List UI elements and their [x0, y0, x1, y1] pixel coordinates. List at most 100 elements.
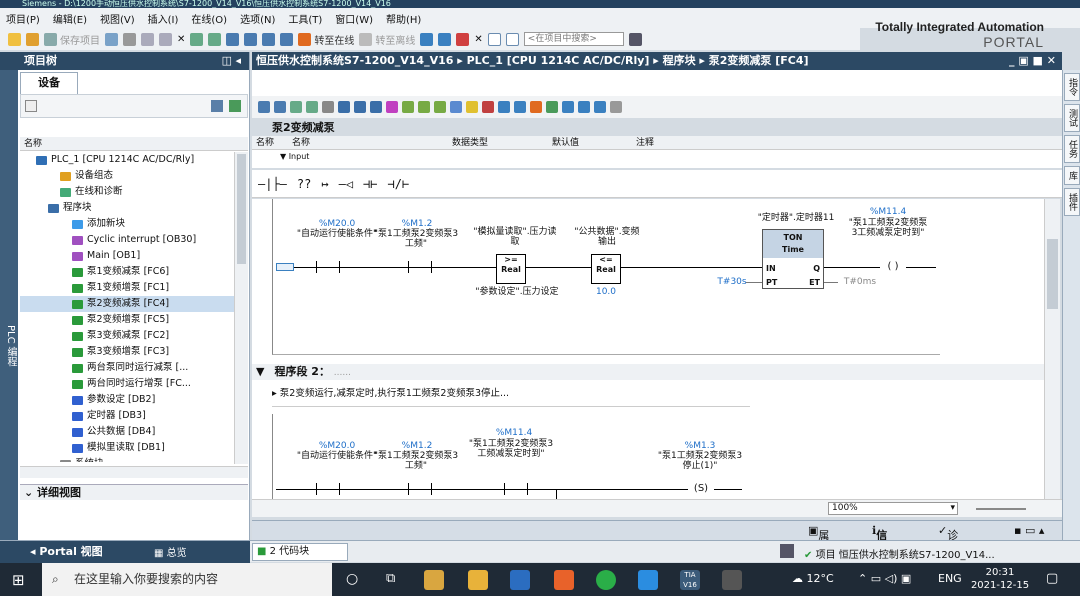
tab-libraries[interactable]: 库 [1064, 166, 1080, 185]
browser-icon[interactable] [638, 570, 658, 590]
insert-network-icon[interactable] [258, 101, 270, 113]
tree-item[interactable]: 泵2变频增泵 [FC5] [20, 312, 234, 328]
new-project-icon[interactable] [8, 32, 21, 46]
menu-tools[interactable]: 工具(T) [288, 11, 322, 26]
tree-item[interactable]: 系统块 [20, 456, 234, 462]
tree-item[interactable]: 公共数据 [DB4] [20, 424, 234, 440]
tree-item[interactable]: 泵1变频减泵 [FC6] [20, 264, 234, 280]
more-icon[interactable] [610, 101, 622, 113]
interface-row-input[interactable]: ▼ Input [252, 150, 1062, 168]
tree-item[interactable]: 泵3变频增泵 [FC3] [20, 344, 234, 360]
n1-contact-1[interactable] [316, 261, 340, 273]
close-branch-element[interactable]: —◁ [339, 177, 353, 191]
contact-element[interactable]: ⊣⊢ [363, 177, 377, 191]
copy-icon[interactable] [141, 32, 154, 46]
n1-contact-2[interactable] [408, 261, 432, 273]
panel-controls[interactable]: ▪ ▭ ▴ [1014, 524, 1044, 537]
print-icon[interactable] [105, 32, 118, 46]
status-message[interactable]: ✔ 项目 恒压供水控制系统S7-1200_V14... [804, 546, 995, 561]
redo-icon[interactable] [208, 32, 222, 46]
open-all-icon[interactable] [402, 101, 414, 113]
tab-addins[interactable]: 插件 [1064, 188, 1080, 216]
tree-item[interactable]: 模拟里读取 [DB1] [20, 440, 234, 456]
delete-network-icon[interactable] [274, 101, 286, 113]
ime-indicator[interactable]: ENG [938, 572, 962, 585]
insert-row-icon[interactable] [290, 101, 302, 113]
tia-portal-icon[interactable]: TIA V16 [680, 570, 700, 590]
enable-monitor-icon[interactable] [546, 101, 558, 113]
menu-window[interactable]: 窗口(W) [335, 11, 373, 26]
cut-icon[interactable] [123, 32, 136, 46]
monitor-icon[interactable] [466, 101, 478, 113]
wechat-icon[interactable] [596, 570, 616, 590]
add-row-icon[interactable] [306, 101, 318, 113]
tree-item[interactable]: 定时器 [DB3] [20, 408, 234, 424]
network-2-header[interactable]: ▼ 程序段 2： ...... [252, 364, 1044, 380]
go-offline-button[interactable]: 转至离线 [359, 32, 415, 47]
simulation-icon[interactable] [280, 32, 294, 46]
tree-item[interactable]: 泵2变频减泵 [FC4] [20, 296, 234, 312]
windows-start-icon[interactable]: ⊞ [12, 571, 25, 589]
editor-scrollbar[interactable] [1044, 199, 1060, 499]
split-horizontal-icon[interactable] [487, 32, 501, 46]
collapse-icon[interactable]: ▼ [256, 365, 264, 378]
detail-view-header[interactable]: ⌄ 详细视图 [20, 484, 248, 500]
cortana-icon[interactable]: ○ [346, 571, 358, 587]
wps-icon[interactable] [554, 570, 574, 590]
tree-item[interactable]: 在线和诊断 [20, 184, 234, 200]
n2-contact-3[interactable] [504, 483, 528, 495]
window-controls[interactable]: _ ▣ ■ ✕ [1009, 52, 1056, 70]
go-to-next-icon[interactable] [498, 101, 510, 113]
call-hierarchy-icon[interactable] [562, 101, 574, 113]
zoom-slider[interactable] [976, 508, 1026, 510]
assign-icon[interactable] [594, 101, 606, 113]
add-device-icon[interactable] [229, 100, 241, 112]
n1-ton-timer[interactable]: TON Time IN PT Q ET [762, 229, 824, 289]
stop-cpu-icon[interactable] [456, 32, 470, 46]
tool-icon[interactable] [722, 570, 742, 590]
favorites-icon[interactable] [386, 101, 398, 113]
menu-edit[interactable]: 编辑(E) [53, 11, 87, 26]
tree-item[interactable]: 两台泵同时运行减泵 [... [20, 360, 234, 376]
tray-icons[interactable]: ⌃ ▭ ◁) ▣ [858, 572, 911, 585]
tree-item[interactable]: 程序块 [20, 200, 234, 216]
tree-scrollbar[interactable] [234, 152, 248, 464]
portal-view-button[interactable]: ◂ Portal 视图 [0, 541, 250, 563]
diagnostics-tab[interactable]: ✓ 诊断 [938, 524, 958, 558]
compile-icon[interactable] [226, 32, 240, 46]
split-vertical-icon[interactable] [505, 32, 519, 46]
tree-item[interactable]: 泵3变频减泵 [FC2] [20, 328, 234, 344]
project-search-input[interactable]: <在项目中搜索> [523, 32, 624, 46]
devices-tab[interactable]: 设备 [20, 72, 78, 94]
grid-view-icon[interactable] [25, 100, 37, 112]
tree-scroll-thumb[interactable] [237, 154, 246, 264]
go-online-button[interactable]: 转至在线 [298, 32, 354, 47]
undo-icon[interactable] [190, 32, 204, 46]
status-icon[interactable] [780, 544, 794, 558]
open-editor-tab[interactable]: ■ 2 代码块 [252, 543, 348, 561]
tree-hscrollbar[interactable] [20, 466, 248, 478]
overview-button[interactable]: ▦ 总览 [154, 544, 187, 559]
overview-icon[interactable] [211, 100, 223, 112]
tree-item[interactable]: 设备组态 [20, 168, 234, 184]
tree-item[interactable]: Main [OB1] [20, 248, 234, 264]
tree-item[interactable]: 两台同时运行增泵 [FC... [20, 376, 234, 392]
upload-icon[interactable] [262, 32, 276, 46]
taskbar-search[interactable]: ⌕ 在这里输入你要搜索的内容 [42, 563, 332, 596]
accessible-devices-icon[interactable] [420, 32, 434, 46]
n1-compare-ge[interactable]: >= Real [496, 254, 526, 284]
zoom-select[interactable]: 100% ▾ [828, 502, 958, 515]
editor-scroll-thumb[interactable] [1047, 239, 1058, 309]
nc-contact-element[interactable]: ⊣/⊢ [388, 177, 410, 191]
tree-item[interactable]: 添加新块 [20, 216, 234, 232]
file-explorer-icon[interactable] [468, 570, 488, 590]
menu-project[interactable]: 项目(P) [6, 11, 40, 26]
go-to-error-icon[interactable] [482, 101, 494, 113]
open-branch-element[interactable]: ↦ [321, 177, 328, 191]
menu-view[interactable]: 视图(V) [100, 11, 135, 26]
task-view-icon[interactable]: ⧉ [386, 571, 395, 586]
plc-programming-strip[interactable]: PLC 编程 [0, 70, 18, 542]
close-icon[interactable]: ✕ [474, 34, 482, 45]
n1-output-coil[interactable]: ( ) [880, 261, 906, 273]
properties-tab[interactable]: ▣ 属性 [808, 524, 829, 558]
